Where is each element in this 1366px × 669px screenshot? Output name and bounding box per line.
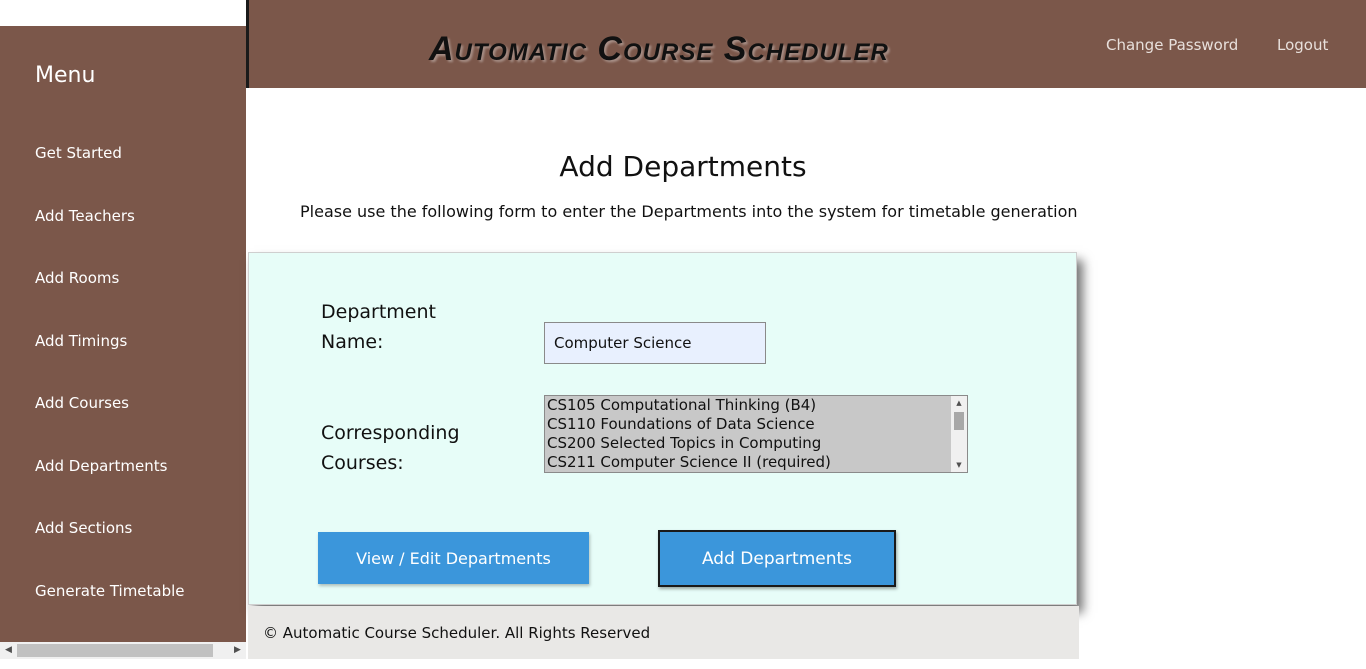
sidebar-item-add-timings[interactable]: Add Timings (35, 332, 127, 350)
scroll-up-arrow-icon[interactable]: ▲ (951, 396, 967, 410)
app-title: Automatic Course Scheduler (429, 30, 889, 68)
scroll-left-arrow-icon[interactable]: ◀ (0, 642, 17, 659)
course-option[interactable]: CS105 Computational Thinking (B4) (545, 396, 967, 415)
sidebar-menu-title: Menu (35, 63, 96, 88)
department-name-label: Department Name: (321, 301, 436, 353)
add-departments-button[interactable]: Add Departments (658, 530, 896, 587)
courses-multiselect[interactable]: CS105 Computational Thinking (B4) CS110 … (544, 395, 968, 473)
course-option[interactable]: CS211 Computer Science II (required) (545, 453, 967, 472)
course-list-scrollbar[interactable]: ▲ ▼ (951, 396, 967, 472)
sidebar: Menu Get Started Add Teachers Add Rooms … (0, 26, 246, 642)
courses-label: Corresponding Courses: (321, 422, 460, 474)
course-option[interactable]: CS200 Selected Topics in Computing (545, 434, 967, 453)
view-edit-departments-button[interactable]: View / Edit Departments (318, 532, 589, 584)
sidebar-item-add-courses[interactable]: Add Courses (35, 394, 129, 412)
sidebar-item-add-rooms[interactable]: Add Rooms (35, 269, 119, 287)
department-form: Department Name: Computer Science Corres… (248, 252, 1077, 605)
sidebar-item-add-teachers[interactable]: Add Teachers (35, 207, 135, 225)
sidebar-top-spacer (0, 0, 246, 26)
course-list-scroll-thumb[interactable] (954, 412, 964, 430)
header-bar: Automatic Course Scheduler Change Passwo… (246, 0, 1366, 88)
horizontal-scrollbar[interactable]: ◀ ▶ (0, 642, 246, 659)
scrollbar-thumb[interactable] (17, 644, 213, 657)
course-option[interactable]: CS110 Foundations of Data Science (545, 415, 967, 434)
logout-link[interactable]: Logout (1277, 36, 1328, 54)
department-name-input[interactable]: Computer Science (544, 322, 766, 364)
page-title: Add Departments (559, 150, 807, 183)
change-password-link[interactable]: Change Password (1106, 36, 1238, 54)
page-description: Please use the following form to enter t… (300, 202, 1078, 221)
footer: © Automatic Course Scheduler. All Rights… (248, 606, 1079, 659)
footer-copyright: © Automatic Course Scheduler. All Rights… (263, 624, 651, 642)
page-title-wrapper: Add Departments (0, 150, 1366, 183)
sidebar-item-add-departments[interactable]: Add Departments (35, 457, 167, 475)
sidebar-item-generate-timetable[interactable]: Generate Timetable (35, 582, 185, 600)
scroll-right-arrow-icon[interactable]: ▶ (229, 642, 246, 659)
sidebar-item-add-sections[interactable]: Add Sections (35, 519, 132, 537)
scroll-down-arrow-icon[interactable]: ▼ (951, 458, 967, 472)
